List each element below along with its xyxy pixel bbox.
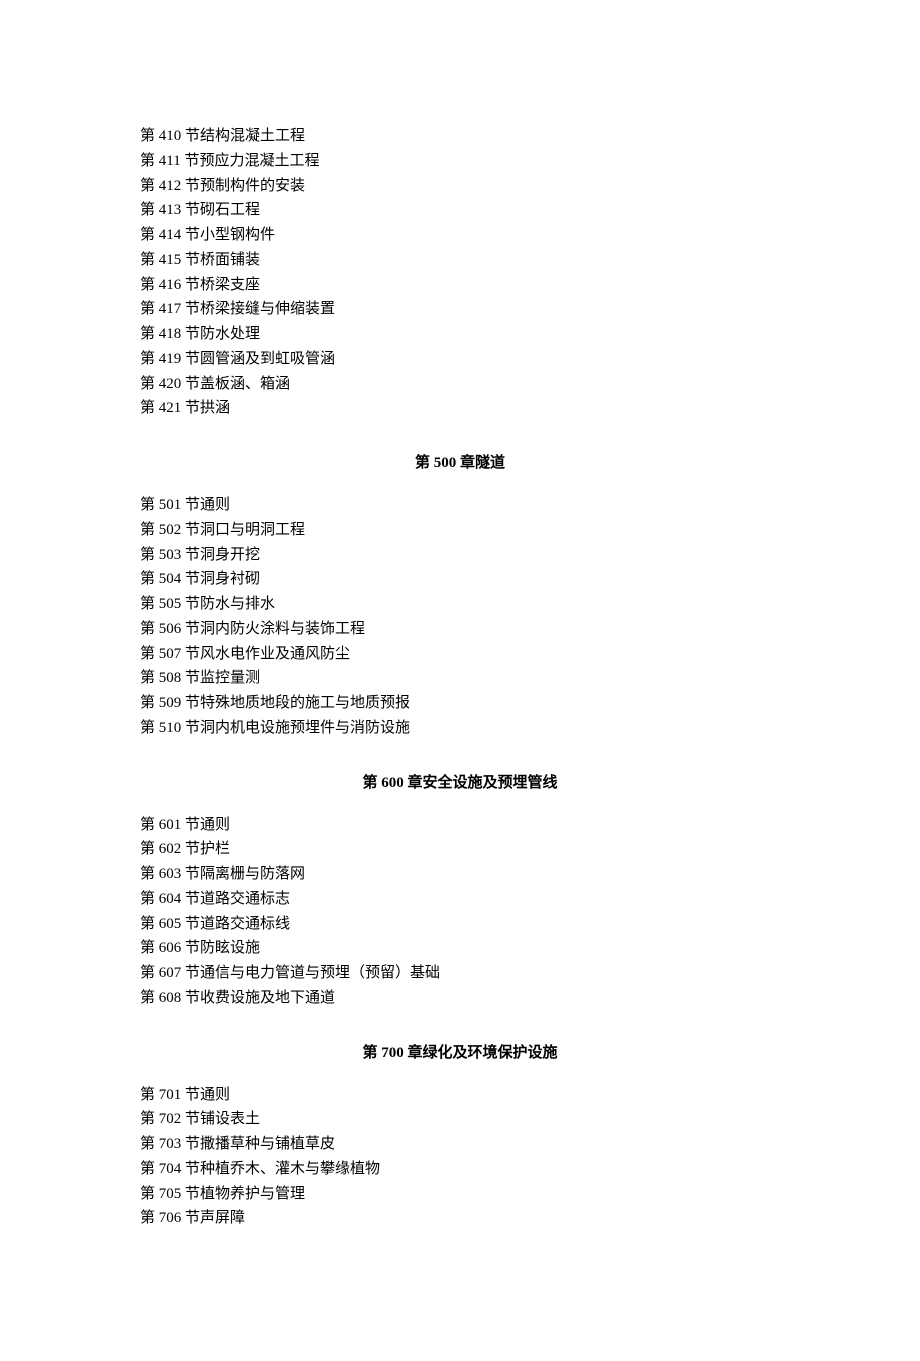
chapter-600-heading: 第 600 章安全设施及预埋管线 xyxy=(140,771,780,795)
document-page: 第 410 节结构混凝土工程 第 411 节预应力混凝土工程 第 412 节预制… xyxy=(0,0,920,1361)
heading-prefix: 第 xyxy=(415,455,430,471)
section-500-items: 第 501 节通则 第 502 节洞口与明洞工程 第 503 节洞身开挖 第 5… xyxy=(140,493,780,741)
toc-item: 第 603 节隔离栅与防落网 xyxy=(140,862,780,887)
toc-item: 第 604 节道路交通标志 xyxy=(140,887,780,912)
toc-item: 第 412 节预制构件的安装 xyxy=(140,174,780,199)
toc-item: 第 418 节防水处理 xyxy=(140,322,780,347)
toc-item: 第 606 节防眩设施 xyxy=(140,936,780,961)
heading-prefix: 第 xyxy=(362,775,377,791)
toc-item: 第 501 节通则 xyxy=(140,493,780,518)
toc-item: 第 504 节洞身衬砌 xyxy=(140,567,780,592)
section-400-items: 第 410 节结构混凝土工程 第 411 节预应力混凝土工程 第 412 节预制… xyxy=(140,124,780,421)
heading-num: 700 xyxy=(378,1045,408,1061)
toc-item: 第 420 节盖板涵、箱涵 xyxy=(140,372,780,397)
toc-item: 第 705 节植物养护与管理 xyxy=(140,1182,780,1207)
toc-item: 第 414 节小型钢构件 xyxy=(140,223,780,248)
heading-suffix: 章绿化及环境保护设施 xyxy=(408,1045,558,1061)
heading-num: 600 xyxy=(378,775,408,791)
toc-item: 第 704 节种植乔木、灌木与攀缘植物 xyxy=(140,1157,780,1182)
toc-item: 第 413 节砌石工程 xyxy=(140,198,780,223)
toc-item: 第 415 节桥面铺装 xyxy=(140,248,780,273)
toc-item: 第 503 节洞身开挖 xyxy=(140,543,780,568)
toc-item: 第 417 节桥梁接缝与伸缩装置 xyxy=(140,297,780,322)
section-700-items: 第 701 节通则 第 702 节铺设表土 第 703 节撒播草种与铺植草皮 第… xyxy=(140,1083,780,1232)
toc-item: 第 510 节洞内机电设施预埋件与消防设施 xyxy=(140,716,780,741)
toc-item: 第 506 节洞内防火涂料与装饰工程 xyxy=(140,617,780,642)
section-600-items: 第 601 节通则 第 602 节护栏 第 603 节隔离栅与防落网 第 604… xyxy=(140,813,780,1011)
toc-item: 第 419 节圆管涵及到虹吸管涵 xyxy=(140,347,780,372)
heading-suffix: 章安全设施及预埋管线 xyxy=(408,775,558,791)
heading-suffix: 章隧道 xyxy=(460,455,505,471)
toc-item: 第 507 节风水电作业及通风防尘 xyxy=(140,642,780,667)
toc-item: 第 607 节通信与电力管道与预埋（预留）基础 xyxy=(140,961,780,986)
toc-item: 第 416 节桥梁支座 xyxy=(140,273,780,298)
toc-item: 第 701 节通则 xyxy=(140,1083,780,1108)
toc-item: 第 508 节监控量测 xyxy=(140,666,780,691)
toc-item: 第 410 节结构混凝土工程 xyxy=(140,124,780,149)
toc-item: 第 703 节撒播草种与铺植草皮 xyxy=(140,1132,780,1157)
toc-item: 第 505 节防水与排水 xyxy=(140,592,780,617)
toc-item: 第 702 节铺设表土 xyxy=(140,1107,780,1132)
toc-item: 第 605 节道路交通标线 xyxy=(140,912,780,937)
chapter-700-heading: 第 700 章绿化及环境保护设施 xyxy=(140,1041,780,1065)
toc-item: 第 502 节洞口与明洞工程 xyxy=(140,518,780,543)
toc-item: 第 421 节拱涵 xyxy=(140,396,780,421)
toc-item: 第 411 节预应力混凝土工程 xyxy=(140,149,780,174)
toc-item: 第 706 节声屏障 xyxy=(140,1206,780,1231)
toc-item: 第 602 节护栏 xyxy=(140,837,780,862)
chapter-500-heading: 第 500 章隧道 xyxy=(140,451,780,475)
toc-item: 第 601 节通则 xyxy=(140,813,780,838)
heading-num: 500 xyxy=(430,455,460,471)
toc-item: 第 608 节收费设施及地下通道 xyxy=(140,986,780,1011)
heading-prefix: 第 xyxy=(362,1045,377,1061)
toc-item: 第 509 节特殊地质地段的施工与地质预报 xyxy=(140,691,780,716)
